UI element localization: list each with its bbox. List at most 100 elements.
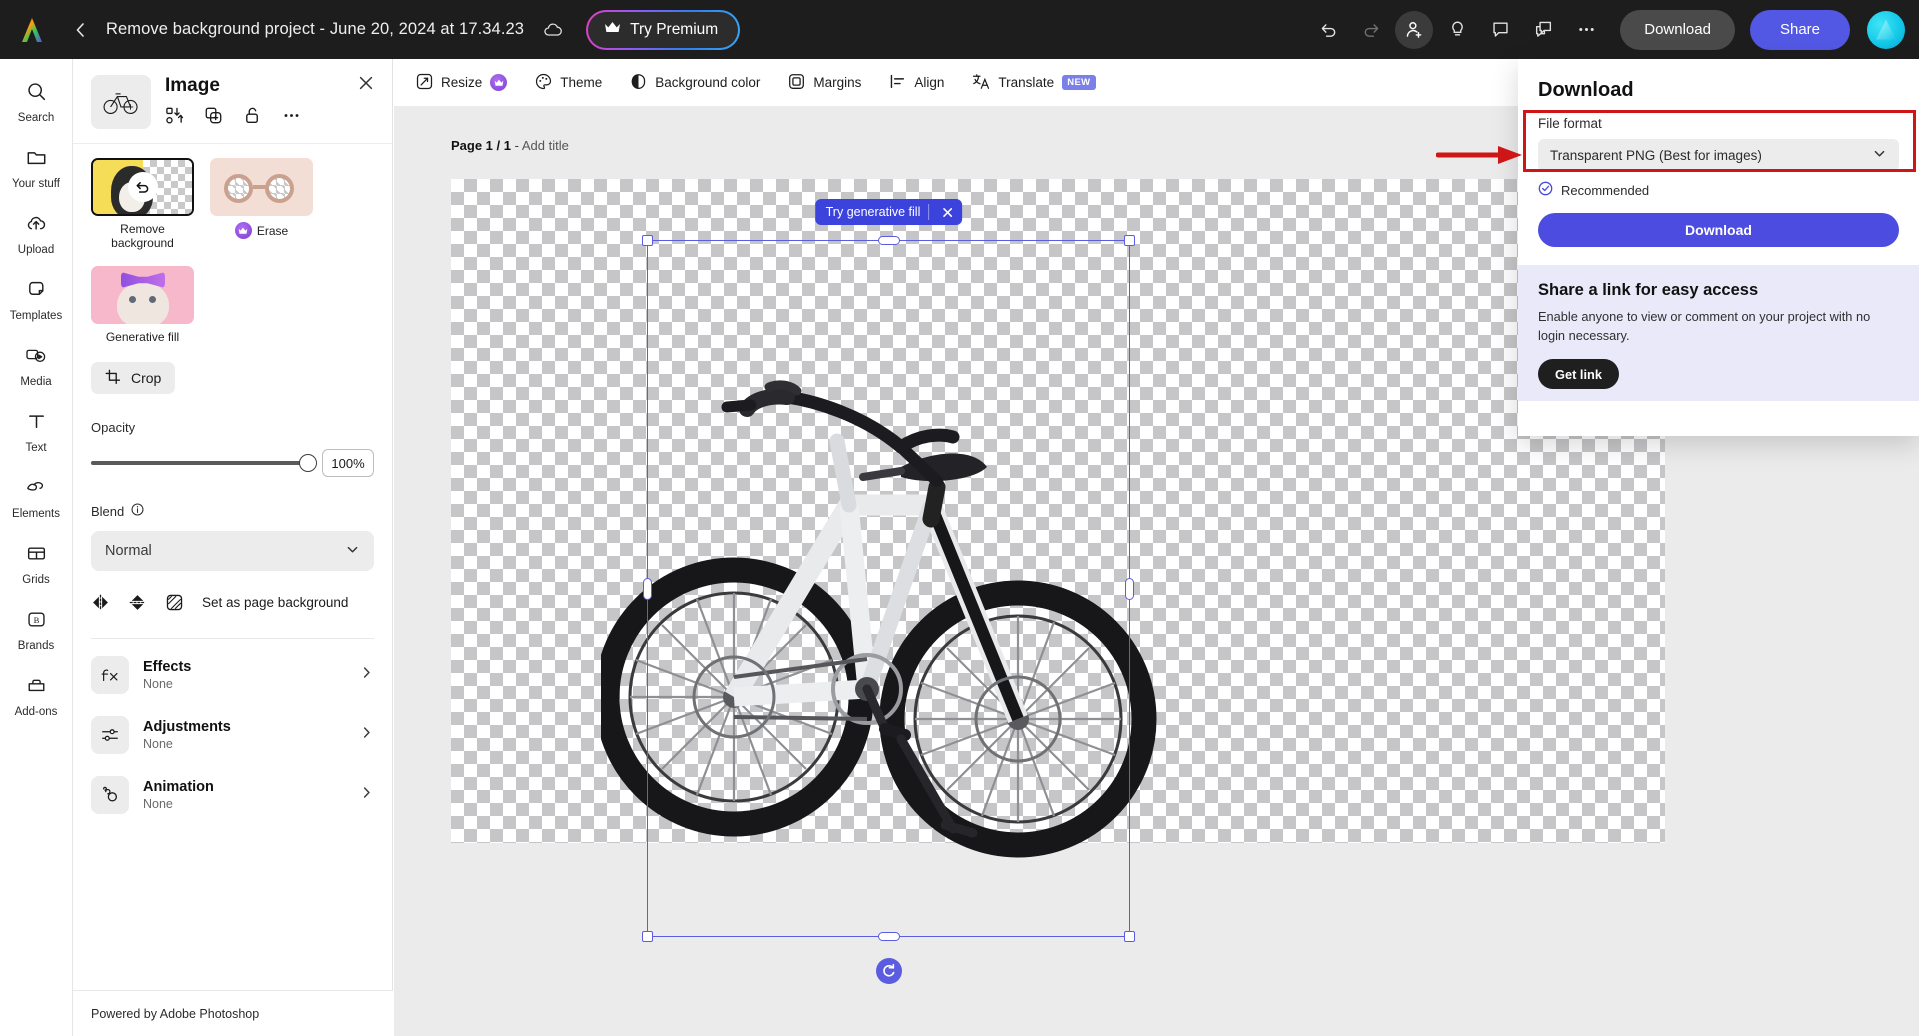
card-remove-background[interactable]: Remove background [91, 158, 194, 250]
resize-handle-bottom-left[interactable] [642, 931, 653, 942]
toolbar-label: Resize [441, 75, 483, 90]
row-subtitle: None [143, 737, 173, 751]
toolbar-resize[interactable]: Resize [416, 73, 508, 93]
sidebar-item-elements[interactable]: Elements [0, 465, 73, 531]
share-link-title: Share a link for easy access [1538, 281, 1759, 299]
undo-icon[interactable] [1309, 11, 1347, 49]
opacity-slider[interactable] [91, 454, 317, 472]
remove-background-preview [91, 158, 194, 216]
blend-mode-select[interactable]: Normal [91, 531, 374, 571]
card-label: Remove background [111, 222, 174, 250]
sidebar-item-search[interactable]: Search [0, 69, 73, 135]
row-animation[interactable]: Animation None [91, 765, 374, 825]
sidebar-item-label: Grids [22, 573, 50, 586]
divider [91, 638, 374, 639]
crop-button[interactable]: Crop [91, 362, 176, 394]
close-icon[interactable] [937, 202, 957, 222]
image-transform-row: Set as page background [91, 593, 374, 612]
duplicate-icon[interactable] [204, 106, 223, 125]
resize-handle-bottom[interactable] [877, 932, 900, 941]
sidebar-item-text[interactable]: Text [0, 399, 73, 465]
resize-handle-left[interactable] [643, 577, 652, 600]
crown-icon [490, 74, 508, 91]
resize-handle-bottom-right[interactable] [1124, 931, 1135, 942]
sidebar-item-add-ons[interactable]: Add-ons [0, 663, 73, 729]
sidebar-item-your-stuff[interactable]: Your stuff [0, 135, 73, 201]
download-panel: Download File format Transparent PNG (Be… [1518, 59, 1919, 436]
invite-user-icon[interactable] [1395, 10, 1434, 49]
card-erase[interactable]: Erase [210, 158, 313, 250]
download-button[interactable]: Download [1538, 213, 1899, 247]
templates-icon [26, 279, 47, 305]
resize-handle-top[interactable] [877, 236, 900, 245]
flip-horizontal-icon[interactable] [91, 593, 110, 612]
rotate-icon[interactable] [875, 958, 902, 984]
more-options-icon[interactable] [1567, 11, 1605, 49]
sidebar-item-label: Your stuff [12, 177, 60, 190]
card-label: Generative fill [105, 330, 180, 344]
back-button[interactable] [68, 17, 94, 43]
info-icon[interactable] [131, 503, 144, 519]
resize-handle-right[interactable] [1125, 577, 1134, 600]
duplicate-window-icon[interactable] [1524, 11, 1562, 49]
try-premium-button[interactable]: Try Premium [586, 10, 740, 50]
close-icon[interactable] [358, 75, 374, 96]
get-link-button[interactable]: Get link [1538, 359, 1619, 390]
sidebar-item-label: Media [20, 375, 52, 388]
opacity-input[interactable]: 100% [322, 449, 374, 477]
share-button-top[interactable]: Share [1749, 9, 1850, 50]
row-adjustments[interactable]: Adjustments None [91, 705, 374, 765]
card-generative-fill[interactable]: Generative fill [91, 266, 194, 344]
file-format-label: File format [1538, 116, 1602, 131]
new-badge: NEW [1062, 75, 1096, 90]
toolbar-translate[interactable]: Translate NEW [972, 73, 1096, 93]
download-button-top[interactable]: Download [1620, 9, 1735, 50]
toolbar-background-color[interactable]: Background color [630, 73, 760, 93]
add-title-button[interactable]: Add title [522, 138, 569, 153]
more-icon[interactable] [282, 106, 301, 125]
opacity-slider-knob[interactable] [299, 454, 317, 472]
try-generative-fill-pill[interactable]: Try generative fill [814, 199, 963, 225]
background-color-icon [630, 73, 647, 93]
set-as-page-background-label[interactable]: Set as page background [202, 595, 348, 610]
replace-media-icon[interactable] [165, 106, 184, 125]
sidebar-item-brands[interactable]: B Brands [0, 597, 73, 663]
adobe-express-logo-icon[interactable] [12, 10, 52, 50]
sidebar-item-grids[interactable]: Grids [0, 531, 73, 597]
resize-handle-top-right[interactable] [1124, 235, 1135, 246]
grids-icon [26, 543, 47, 569]
toolbar-margins[interactable]: Margins [788, 73, 861, 93]
selected-image-thumbnail[interactable] [91, 75, 151, 129]
generative-fill-preview [91, 266, 194, 324]
file-format-dropdown[interactable]: Transparent PNG (Best for images) [1538, 139, 1899, 171]
toolbar-theme[interactable]: Theme [535, 73, 602, 93]
document-title[interactable]: Remove background project - June 20, 202… [106, 20, 524, 39]
comment-icon[interactable] [1481, 11, 1519, 49]
theme-icon [535, 73, 552, 93]
fx-icon [91, 656, 129, 694]
sidebar-item-upload[interactable]: Upload [0, 201, 73, 267]
sidebar-item-templates[interactable]: Templates [0, 267, 73, 333]
artboard[interactable]: Try generative fill [451, 179, 1665, 984]
row-effects[interactable]: Effects None [91, 645, 374, 705]
panel-footer: Powered by Adobe Photoshop [73, 990, 393, 1036]
file-format-value: Transparent PNG (Best for images) [1550, 147, 1762, 163]
toolbar-align[interactable]: Align [889, 73, 944, 93]
crown-icon [234, 222, 252, 239]
resize-handle-top-left[interactable] [642, 235, 653, 246]
sidebar-item-media[interactable]: Media [0, 333, 73, 399]
toolbar-label: Align [914, 75, 945, 90]
flip-vertical-icon[interactable] [128, 593, 147, 612]
opacity-label: Opacity [91, 420, 136, 435]
page-indicator: Page 1 / 1 - Add title [451, 138, 569, 153]
avatar[interactable] [1867, 10, 1905, 49]
set-as-page-background-icon[interactable] [165, 593, 184, 612]
tips-bulb-icon[interactable] [1438, 11, 1476, 49]
addons-icon [26, 675, 47, 701]
selection-box[interactable]: Try generative fill [642, 199, 1135, 984]
toolbar-label: Theme [560, 75, 603, 90]
redo-icon[interactable] [1352, 11, 1390, 49]
sidebar-item-label: Elements [12, 507, 60, 520]
unlock-icon[interactable] [243, 106, 262, 125]
translate-icon [972, 73, 990, 93]
